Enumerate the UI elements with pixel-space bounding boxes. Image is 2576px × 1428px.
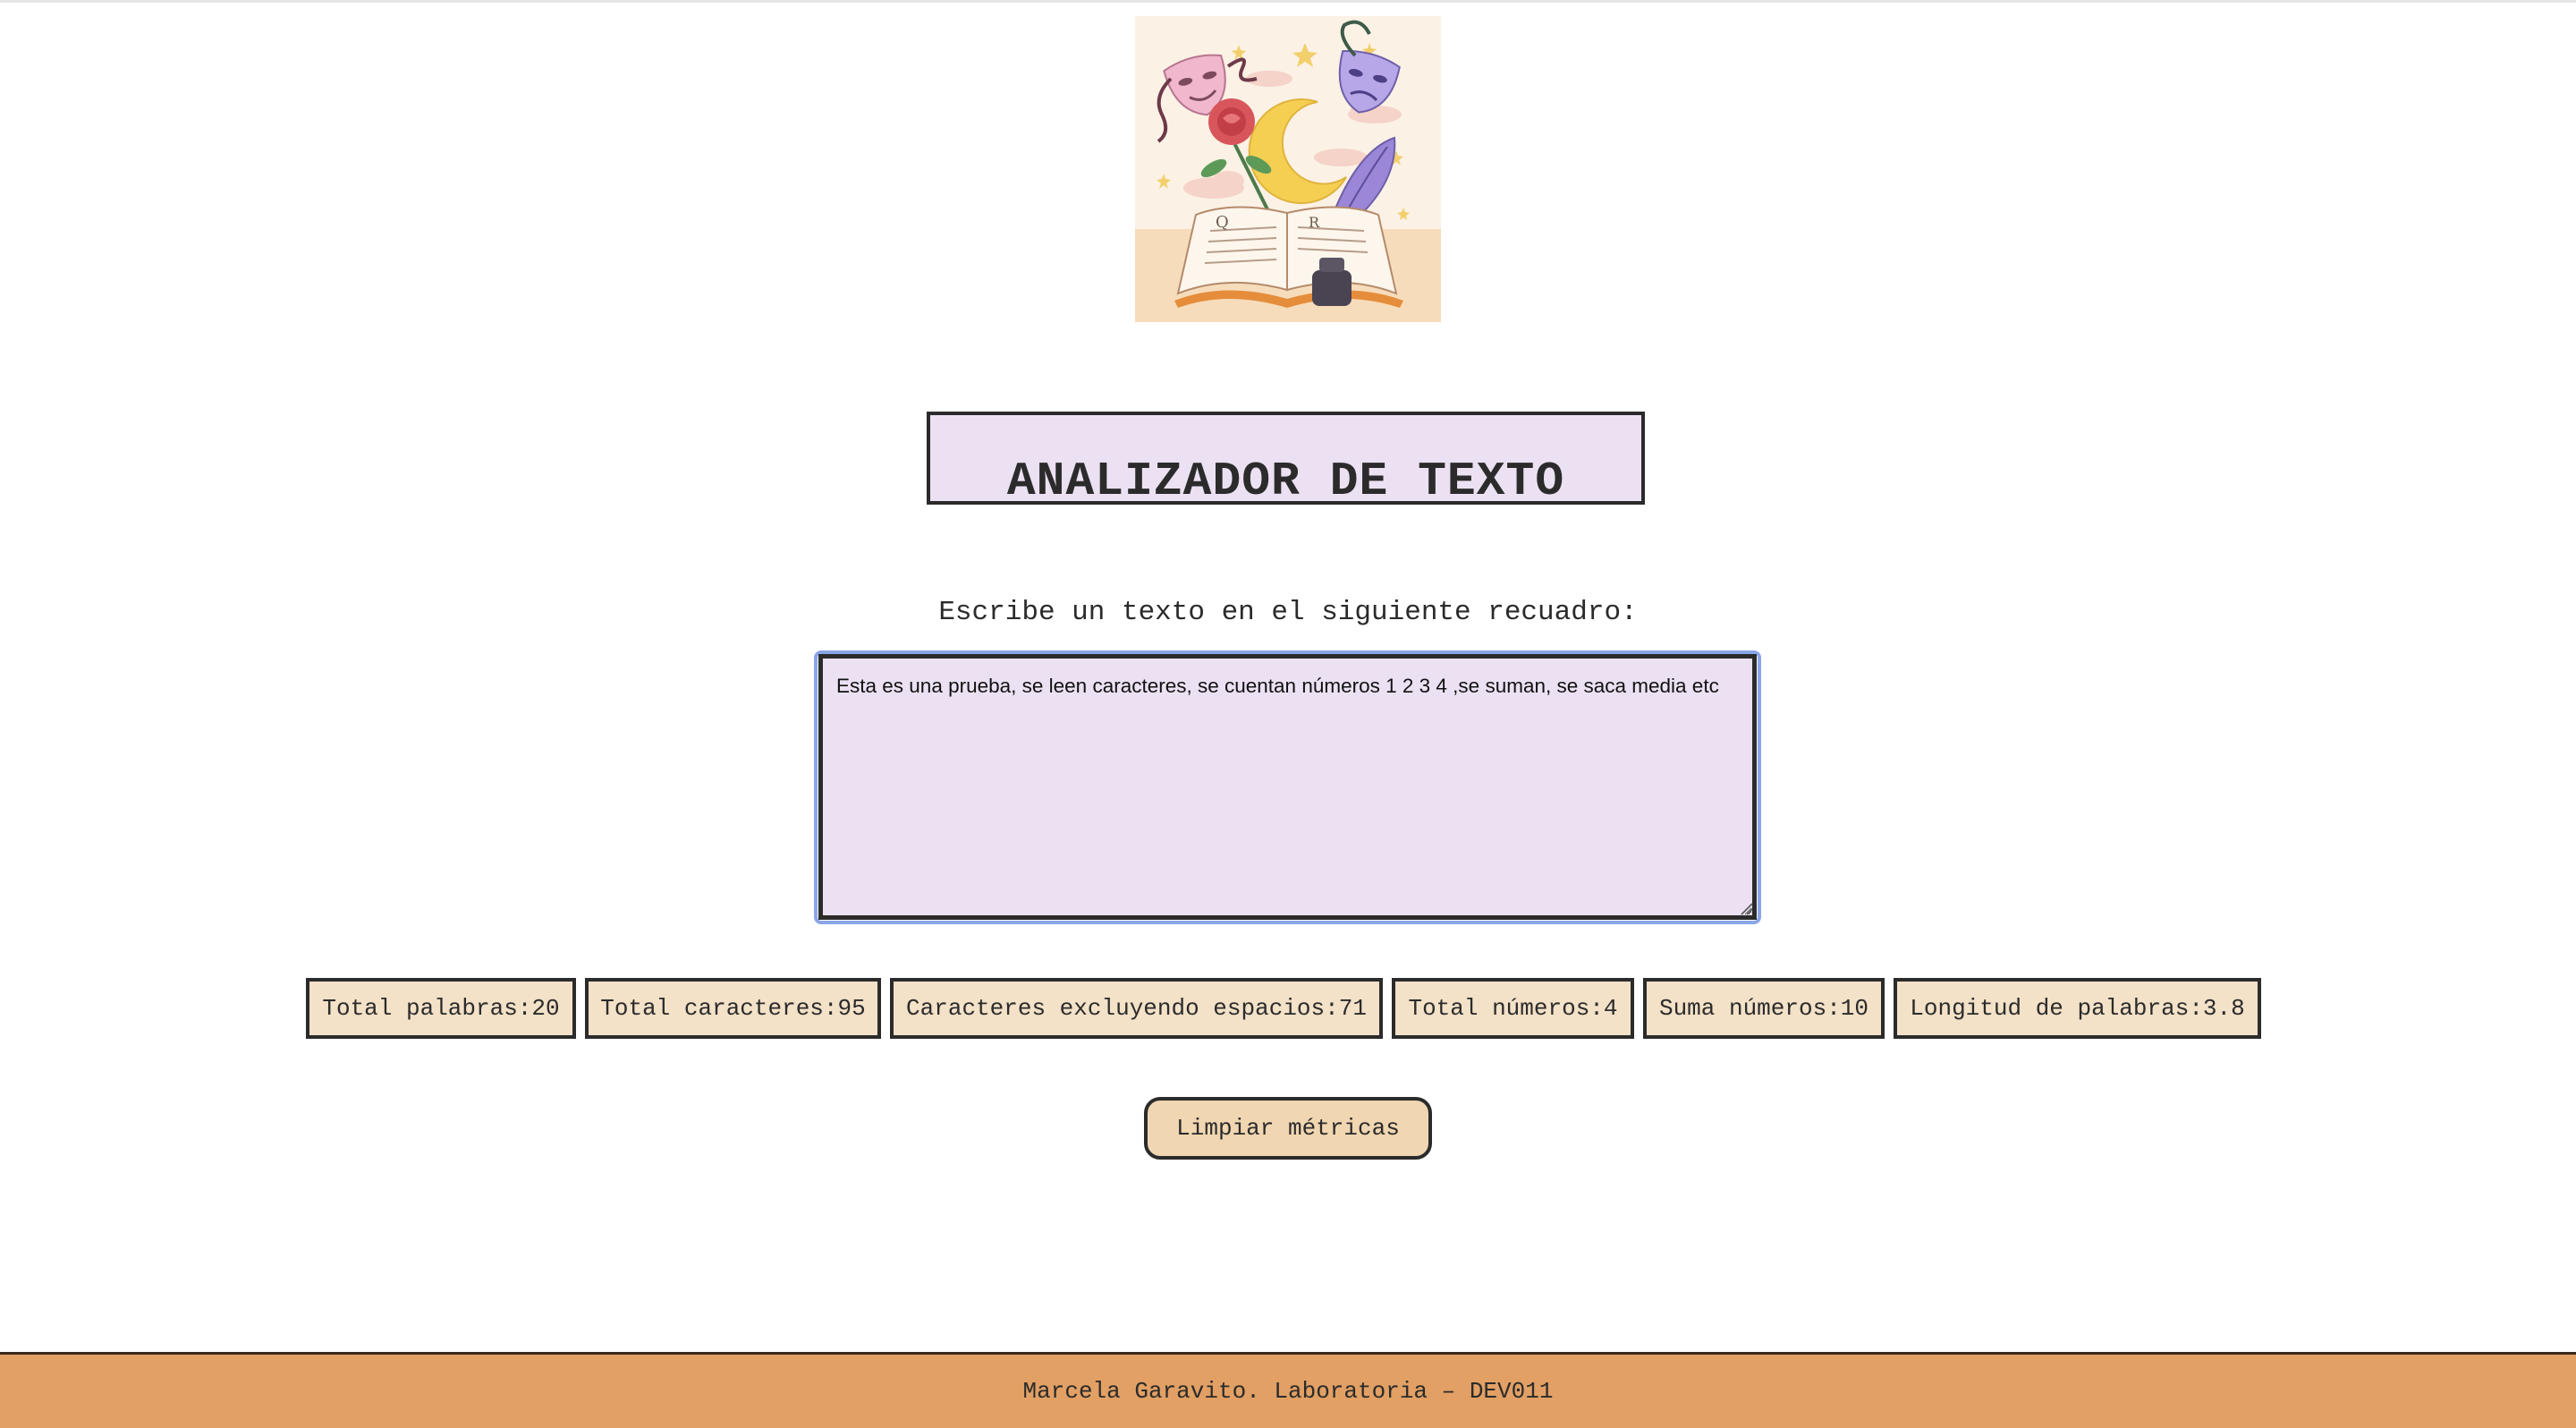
text-input[interactable]: Esta es una prueba, se leen caracteres, … [818, 654, 1757, 920]
metric-characters-no-spaces: Caracteres excluyendo espacios:71 [890, 978, 1383, 1039]
page-title: ANALIZADOR DE TEXTO [1006, 455, 1565, 508]
metrics-bar: Total palabras:20 Total caracteres:95 Ca… [0, 978, 2576, 1039]
title-box: ANALIZADOR DE TEXTO [927, 412, 1645, 508]
metric-character-count: Total caracteres:95 [585, 978, 881, 1039]
metric-number-sum: Suma números:10 [1643, 978, 1885, 1039]
svg-text:Q: Q [1216, 213, 1229, 232]
logo-illustration: Q R [1135, 16, 1441, 322]
metric-word-count: Total palabras:20 [306, 978, 576, 1039]
resize-grip-icon[interactable] [1739, 901, 1753, 915]
input-prompt: Escribe un texto en el siguiente recuadr… [938, 597, 1638, 628]
svg-text:R: R [1309, 214, 1320, 231]
clear-metrics-button[interactable]: Limpiar métricas [1144, 1097, 1432, 1160]
metric-number-count: Total números:4 [1392, 978, 1634, 1039]
metric-word-length: Longitud de palabras:3.8 [1894, 978, 2261, 1039]
footer: Marcela Garavito. Laboratoria – DEV011 [0, 1352, 2576, 1428]
top-divider [0, 0, 2576, 3]
